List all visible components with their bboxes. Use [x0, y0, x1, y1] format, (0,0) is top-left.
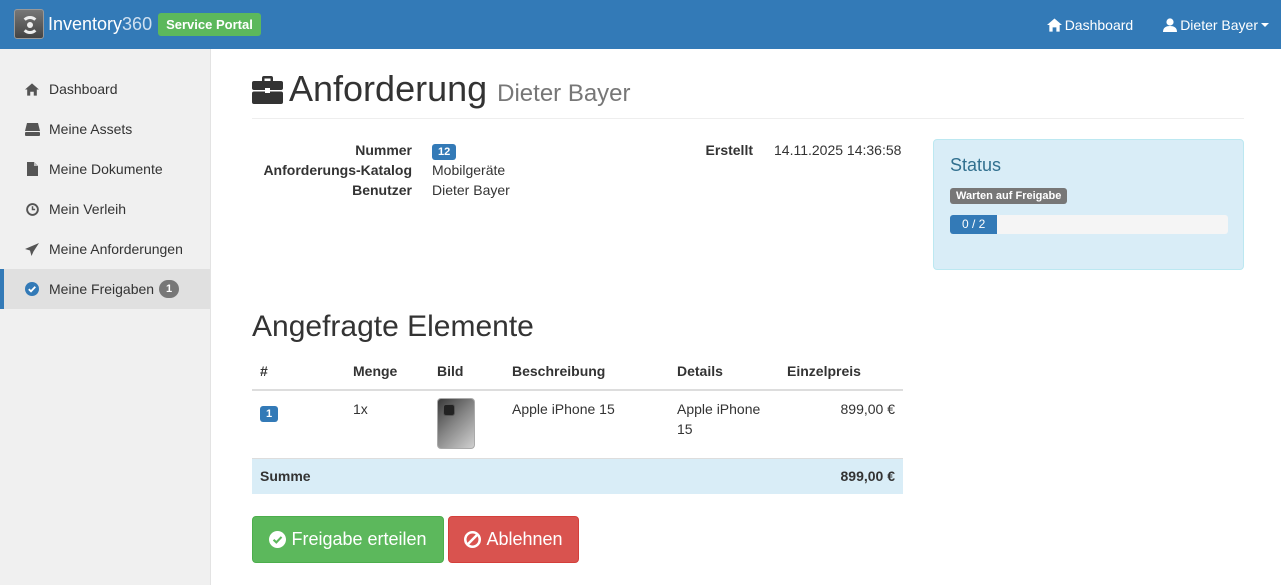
row-beschreibung: Apple iPhone 15: [512, 401, 615, 417]
row-number-cell: 1: [252, 390, 345, 458]
service-portal-badge: Service Portal: [158, 12, 261, 36]
col-header-details: Details: [669, 352, 779, 391]
document-icon: [24, 161, 40, 177]
user-name: Dieter Bayer: [1180, 16, 1258, 33]
katalog-label: Anforderungs-Katalog: [263, 162, 412, 178]
page-header: Anforderung Dieter Bayer: [252, 68, 1244, 119]
sidebar-item-label: Meine Freigaben: [49, 281, 155, 297]
row-number-badge: 1: [260, 406, 279, 422]
approve-button-label: Freigabe erteilen: [291, 529, 427, 549]
nav-dashboard-link[interactable]: Dashboard: [1046, 16, 1134, 33]
page-subtitle: Dieter Bayer: [497, 80, 631, 107]
nummer-label: Nummer: [355, 142, 412, 158]
check-circle-icon: [269, 531, 287, 548]
drive-icon: [24, 121, 40, 137]
clock-icon: [24, 201, 40, 217]
caret-down-icon: [1261, 22, 1269, 27]
col-header-menge: Menge: [345, 352, 429, 391]
row-menge: 1x: [353, 401, 368, 417]
sidebar-item-label: Meine Anforderungen: [49, 241, 183, 257]
row-details: Apple iPhone 15: [677, 401, 761, 437]
brand[interactable]: Inventory360 Service Portal: [14, 9, 261, 39]
col-header-bild: Bild: [429, 352, 504, 391]
sidebar-item-dashboard[interactable]: Dashboard: [0, 69, 210, 109]
approve-button[interactable]: Freigabe erteilen: [252, 516, 444, 563]
home-icon: [1046, 17, 1062, 32]
user-icon: [1163, 17, 1178, 32]
status-panel: Status Warten auf Freigabe 0 / 2: [933, 139, 1244, 270]
reject-button[interactable]: Ablehnen: [448, 516, 579, 563]
sidebar-item-meine-anforderungen[interactable]: Meine Anforderungen: [0, 229, 210, 269]
section-title-items: Angefragte Elemente: [252, 310, 534, 343]
requested-items-table: # Menge Bild Beschreibung Details Einzel…: [252, 352, 903, 494]
sum-row: Summe 899,00 €: [252, 457, 903, 494]
status-badge: Warten auf Freigabe: [950, 188, 1068, 204]
col-header-beschreibung: Beschreibung: [504, 352, 669, 391]
brand-name: Inventory360: [48, 13, 153, 34]
erstellt-label: Erstellt: [705, 142, 753, 158]
sidebar-item-label: Mein Verleih: [49, 201, 127, 217]
col-header-number: #: [252, 352, 345, 391]
top-navbar: Inventory360 Service Portal Dashboard Di…: [0, 0, 1281, 49]
nav-dashboard-label: Dashboard: [1064, 16, 1134, 33]
sidebar-item-label: Dashboard: [49, 81, 118, 97]
ban-icon: [464, 531, 482, 548]
sidebar: Dashboard Meine Assets Meine Dokumente M…: [0, 49, 211, 585]
table-header-row: # Menge Bild Beschreibung Details Einzel…: [252, 352, 903, 391]
katalog-value: Mobilgeräte: [432, 162, 506, 178]
sidebar-item-meine-freigaben[interactable]: Meine Freigaben 1: [0, 269, 210, 309]
approval-progress-bar: 0 / 2: [950, 215, 998, 234]
row-bild: [429, 390, 504, 458]
col-header-einzelpreis: Einzelpreis: [779, 352, 903, 391]
page-title: Anforderung: [289, 68, 488, 109]
erstellt-value: 14.11.2025 14:36:58: [774, 142, 902, 158]
sidebar-item-label: Meine Assets: [49, 121, 133, 137]
reject-button-label: Ablehnen: [486, 529, 563, 549]
briefcase-icon: [252, 76, 283, 104]
status-title: Status: [950, 155, 1002, 175]
sum-label: Summe: [252, 457, 779, 494]
iphone-product-image[interactable]: [437, 398, 475, 449]
user-menu-dropdown[interactable]: Dieter Bayer: [1163, 17, 1269, 33]
benutzer-value: Dieter Bayer: [432, 182, 510, 198]
sidebar-item-meine-dokumente[interactable]: Meine Dokumente: [0, 149, 210, 189]
table-row: 1 1x Apple iPhone 15 Apple iPhone 15 899…: [252, 390, 903, 458]
benutzer-label: Benutzer: [352, 182, 412, 198]
check-circle-icon: [24, 281, 40, 297]
sidebar-item-label: Meine Dokumente: [49, 161, 163, 177]
approval-progress: 0 / 2: [950, 215, 1228, 234]
home-icon: [24, 81, 40, 97]
sidebar-item-mein-verleih[interactable]: Mein Verleih: [0, 189, 210, 229]
nummer-value: 12: [432, 142, 457, 160]
row-einzelpreis: 899,00 €: [840, 401, 896, 417]
nummer-badge: 12: [432, 144, 457, 160]
sum-value: 899,00 €: [779, 457, 903, 494]
sidebar-item-meine-assets[interactable]: Meine Assets: [0, 109, 210, 149]
inventory360-logo-icon: [14, 9, 44, 39]
send-icon: [24, 241, 40, 257]
freigaben-count-badge: 1: [159, 280, 180, 298]
